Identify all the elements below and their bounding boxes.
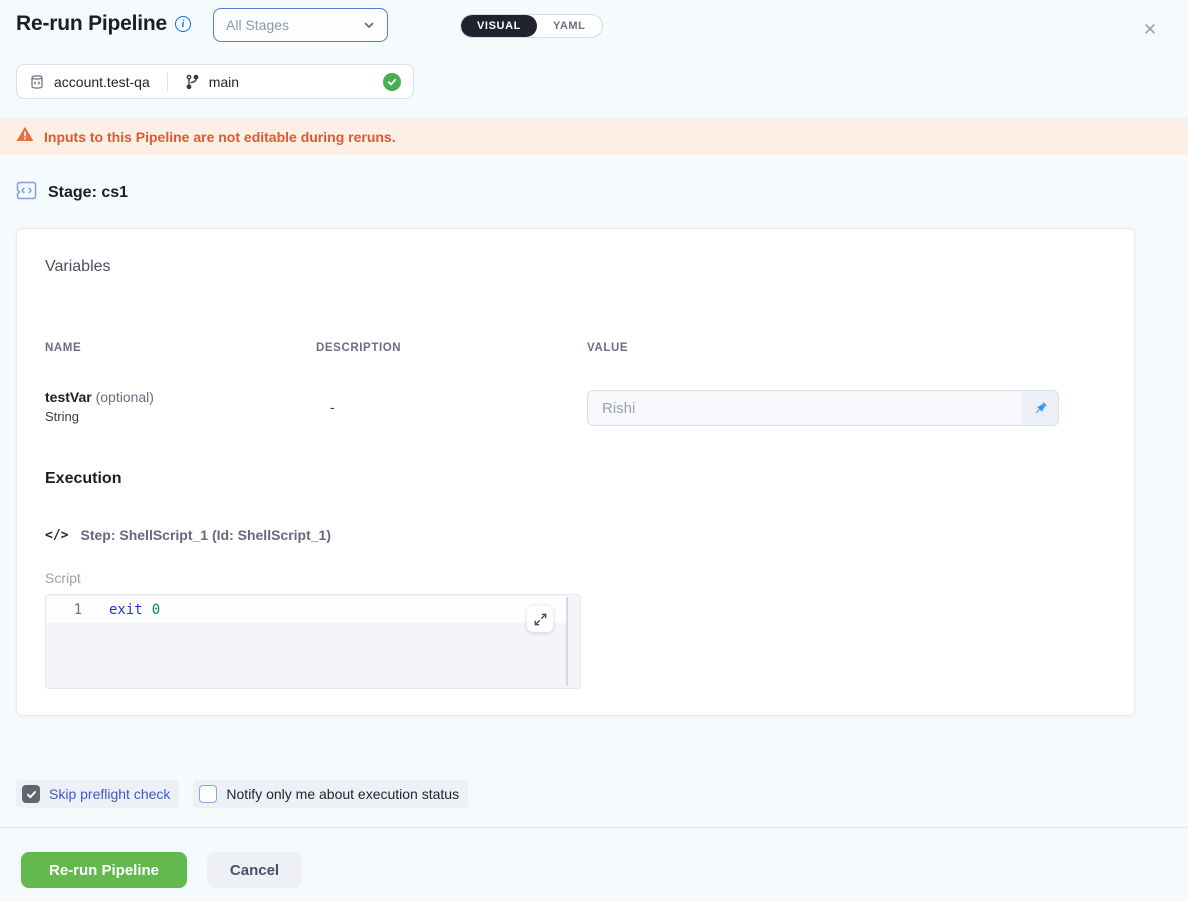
pin-icon	[1033, 401, 1048, 416]
notify-only-me-label: Notify only me about execution status	[226, 786, 459, 802]
stage-select-dropdown[interactable]: All Stages	[213, 8, 388, 42]
skip-preflight-checkbox[interactable]	[22, 785, 40, 803]
repository-icon	[29, 74, 45, 90]
variable-description: -	[330, 399, 335, 415]
variable-name: testVar	[45, 389, 92, 405]
run-options: Skip preflight check Notify only me abou…	[16, 780, 468, 808]
page-title: Re-run Pipeline	[16, 12, 167, 36]
footer-divider	[0, 827, 1188, 828]
column-header-name: NAME	[45, 342, 81, 354]
variable-type: String	[45, 409, 154, 424]
expand-editor-button[interactable]	[527, 606, 553, 632]
execution-section-title: Execution	[45, 470, 121, 488]
custom-stage-icon	[16, 181, 37, 205]
pin-button[interactable]	[1022, 391, 1058, 425]
valid-check-icon	[383, 73, 401, 91]
step-label: Step: ShellScript_1 (Id: ShellScript_1)	[80, 527, 331, 543]
repo-branch-chip: account.test-qa main	[16, 64, 414, 99]
visual-yaml-toggle: VISUAL YAML	[460, 14, 603, 38]
variables-section-title: Variables	[45, 258, 111, 276]
chip-divider	[167, 73, 168, 91]
stage-inputs-card: Variables NAME DESCRIPTION VALUE testVar…	[16, 228, 1135, 716]
toggle-yaml[interactable]: YAML	[537, 15, 602, 37]
script-field-label: Script	[45, 570, 81, 586]
repo-name: account.test-qa	[54, 74, 150, 90]
rerun-pipeline-modal: Re-run Pipeline i All Stages VISUAL YAML…	[0, 0, 1188, 902]
variable-optional-suffix: (optional)	[92, 389, 154, 405]
close-icon[interactable]: ✕	[1138, 18, 1162, 42]
stage-select-value: All Stages	[226, 17, 289, 33]
code-keyword: exit	[109, 602, 143, 618]
column-header-value: VALUE	[587, 342, 628, 354]
variable-value-input[interactable]	[588, 391, 1022, 425]
variable-value-field	[587, 390, 1059, 426]
shell-script-step-icon: </>	[45, 528, 68, 543]
rerun-pipeline-button[interactable]: Re-run Pipeline	[21, 852, 187, 888]
warning-text: Inputs to this Pipeline are not editable…	[44, 129, 396, 145]
cancel-button[interactable]: Cancel	[207, 852, 302, 888]
step-heading: </> Step: ShellScript_1 (Id: ShellScript…	[45, 527, 331, 543]
code-number: 0	[152, 602, 160, 618]
warning-icon	[16, 126, 34, 147]
skip-preflight-option[interactable]: Skip preflight check	[16, 780, 179, 808]
chevron-down-icon	[363, 19, 375, 31]
code-line: 1 exit 0	[47, 596, 567, 623]
info-icon[interactable]: i	[175, 16, 191, 32]
check-icon	[26, 789, 37, 800]
table-row: testVar (optional) String	[45, 389, 154, 424]
script-code-editor[interactable]: 1 exit 0	[45, 594, 581, 689]
expand-icon	[534, 613, 547, 626]
stage-heading: Stage: cs1	[16, 181, 128, 205]
branch-name: main	[209, 74, 239, 90]
line-number: 1	[47, 602, 109, 618]
editor-scrollbar[interactable]	[566, 597, 568, 686]
stage-title: Stage: cs1	[48, 184, 128, 202]
notify-only-me-checkbox[interactable]	[199, 785, 217, 803]
skip-preflight-label: Skip preflight check	[49, 786, 170, 802]
git-branch-icon	[185, 74, 200, 90]
warning-banner: Inputs to this Pipeline are not editable…	[0, 118, 1188, 155]
modal-header: Re-run Pipeline i	[16, 12, 191, 36]
notify-only-me-option[interactable]: Notify only me about execution status	[193, 780, 468, 808]
toggle-visual[interactable]: VISUAL	[461, 15, 537, 37]
column-header-description: DESCRIPTION	[316, 342, 401, 354]
